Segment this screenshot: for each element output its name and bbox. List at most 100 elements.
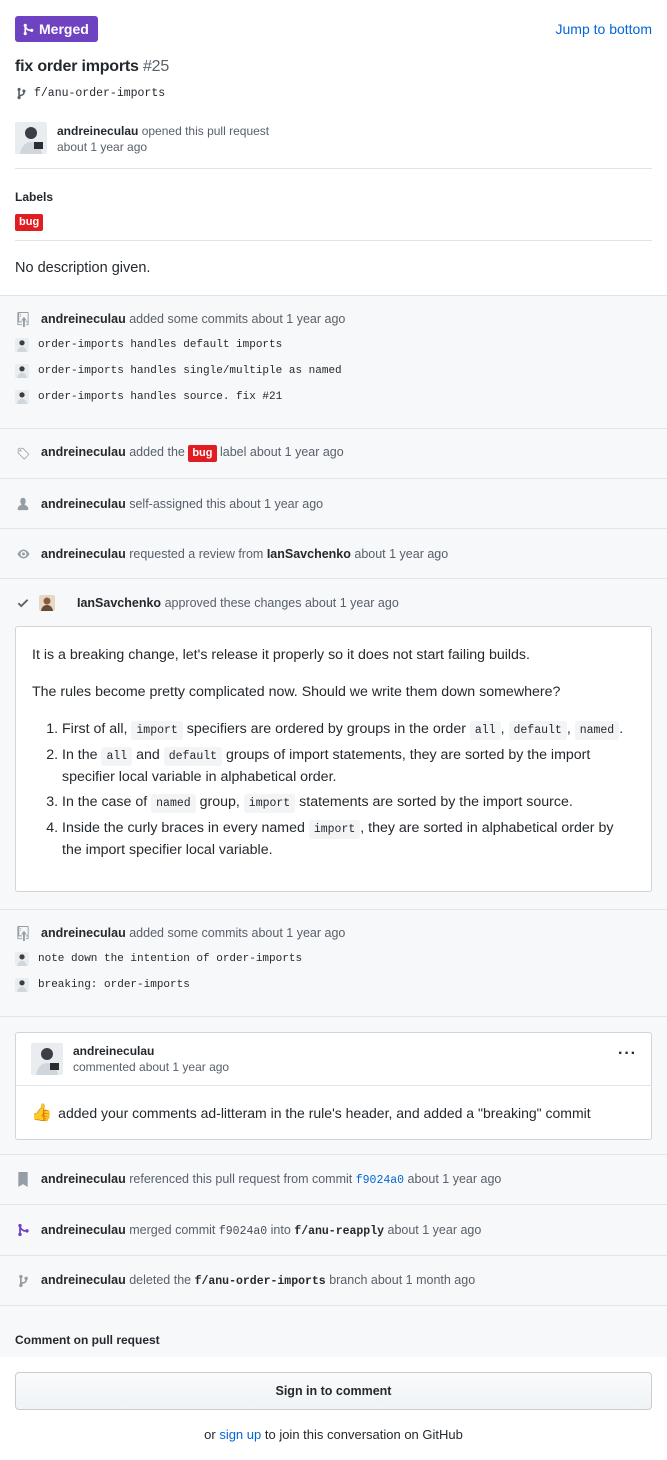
event-username[interactable]: andreineculau [41,926,126,940]
event-username[interactable]: IanSavchenko [77,596,161,610]
comment-author[interactable]: andreineculau [73,1044,154,1058]
list-item: Inside the curly braces in every named i… [62,818,635,861]
comment-event: andreineculau commented about 1 year ago… [0,1016,667,1154]
label-bug[interactable]: bug [15,214,44,231]
branch-name[interactable]: f/anu-order-imports [34,87,165,100]
event-time[interactable]: about 1 year ago [252,312,346,326]
pr-description: No description given. [0,241,667,295]
commit-message[interactable]: note down the intention of order-imports [38,953,302,965]
avatar[interactable] [15,952,29,966]
commit-item: order-imports handles source. fix #21 [0,384,667,410]
delete-branch-event: andreineculau deleted the f/anu-order-im… [0,1255,667,1305]
commit-message[interactable]: order-imports handles single/multiple as… [38,365,342,377]
status-badge: Merged [15,16,98,42]
event-time[interactable]: about 1 year ago [229,497,323,511]
avatar[interactable] [15,390,29,404]
user-avatar-icon [31,1043,63,1075]
event-time[interactable]: about 1 year ago [388,1223,482,1237]
avatar[interactable] [15,364,29,378]
event-time[interactable]: about 1 year ago [305,596,399,610]
commit-message[interactable]: order-imports handles default imports [38,339,282,351]
event-action: self-assigned this [129,496,226,511]
inline-code: import [243,794,296,813]
comment-box: andreineculau commented about 1 year ago… [15,1032,652,1140]
pr-header: Merged Jump to bottom fix order imports … [0,0,667,169]
list-item: In the case of named group, import state… [62,792,635,814]
labels-section: Labels bug [0,169,667,241]
sign-in-button[interactable]: Sign in to comment [15,1372,652,1410]
user-avatar-icon [15,122,47,154]
jump-to-bottom-link[interactable]: Jump to bottom [556,21,653,37]
commit-item: breaking: order-imports [0,972,667,998]
inline-code: named [574,721,620,740]
review-paragraph: The rules become pretty complicated now.… [32,684,561,700]
event-time[interactable]: about 1 year ago [408,1172,502,1186]
timeline: andreineculau added some commits about 1… [0,295,667,1357]
event-username[interactable]: andreineculau [41,445,126,459]
event-time[interactable]: about 1 year ago [354,547,448,561]
event-action: requested a review from [129,546,264,561]
reference-event: andreineculau referenced this pull reque… [0,1154,667,1204]
event-action: approved these changes [164,595,302,610]
list-text: specifiers are ordered by groups in the … [186,721,466,737]
comment-header: andreineculau commented about 1 year ago… [16,1033,651,1086]
avatar[interactable] [39,594,55,611]
inline-code: all [101,747,133,766]
event-username[interactable]: andreineculau [41,547,126,561]
comment-text: added your comments ad-litteram in the r… [58,1104,591,1121]
inline-code: default [163,747,223,766]
comment-time[interactable]: commented about 1 year ago [73,1060,229,1074]
event-username[interactable]: andreineculau [41,1273,126,1287]
commit-sha-link[interactable]: f9024a0 [356,1174,404,1187]
user-avatar-icon [15,952,29,966]
inline-code: named [151,794,196,813]
pr-title-text: fix order imports [15,58,139,75]
thumbs-up-icon: 👍 [31,1102,53,1122]
event-username[interactable]: andreineculau [41,1223,126,1237]
user-avatar-icon [39,594,55,611]
branch-icon [15,1274,31,1288]
comment-footer: Comment on pull request [0,1305,667,1357]
event-username[interactable]: andreineculau [41,312,126,326]
commit-item: order-imports handles default imports [0,332,667,358]
footer-heading: Comment on pull request [15,1333,160,1347]
user-avatar-icon [15,364,29,378]
avatar[interactable] [15,122,47,154]
merge-icon [15,1223,31,1237]
commit-item: note down the intention of order-imports [0,946,667,972]
tag-icon [15,447,31,461]
list-item: First of all, import specifiers are orde… [62,719,635,741]
target-branch[interactable]: f/anu-reapply [294,1225,384,1238]
review-request-event: andreineculau requested a review from Ia… [0,528,667,578]
sign-up-link[interactable]: sign up [219,1427,261,1442]
event-time[interactable]: about 1 year ago [252,926,346,940]
label-bug[interactable]: bug [188,445,217,462]
opener-username[interactable]: andreineculau [57,124,138,138]
event-time[interactable]: about 1 year ago [250,445,344,459]
event-action-suffix: branch [329,1273,368,1287]
reviewer-username[interactable]: IanSavchenko [267,547,351,561]
event-username[interactable]: andreineculau [41,497,126,511]
commit-message[interactable]: breaking: order-imports [38,979,190,991]
review-approval: IanSavchenko approved these changes abou… [0,578,667,909]
commit-sha[interactable]: f9024a0 [219,1225,267,1238]
comment-body: 👍 added your comments ad-litteram in the… [16,1086,651,1139]
avatar[interactable] [15,338,29,352]
inline-code: default [508,721,567,740]
kebab-menu-icon[interactable]: ··· [618,1045,637,1063]
list-text: In the case of [62,794,148,810]
event-time[interactable]: about 1 month ago [371,1273,475,1287]
opener-action: opened this pull request [141,124,270,138]
deleted-branch: f/anu-order-imports [194,1275,326,1288]
check-icon [15,596,31,610]
user-avatar-icon [15,390,29,404]
event-action: merged commit [129,1222,216,1237]
event-action: added the [129,445,185,459]
event-username[interactable]: andreineculau [41,1172,126,1186]
avatar[interactable] [15,978,29,992]
person-icon [15,497,31,511]
assign-event: andreineculau self-assigned this about 1… [0,478,667,528]
avatar[interactable] [31,1043,63,1075]
commit-message[interactable]: order-imports handles source. fix #21 [38,391,282,403]
list-text: statements are sorted by the import sour… [299,794,573,810]
